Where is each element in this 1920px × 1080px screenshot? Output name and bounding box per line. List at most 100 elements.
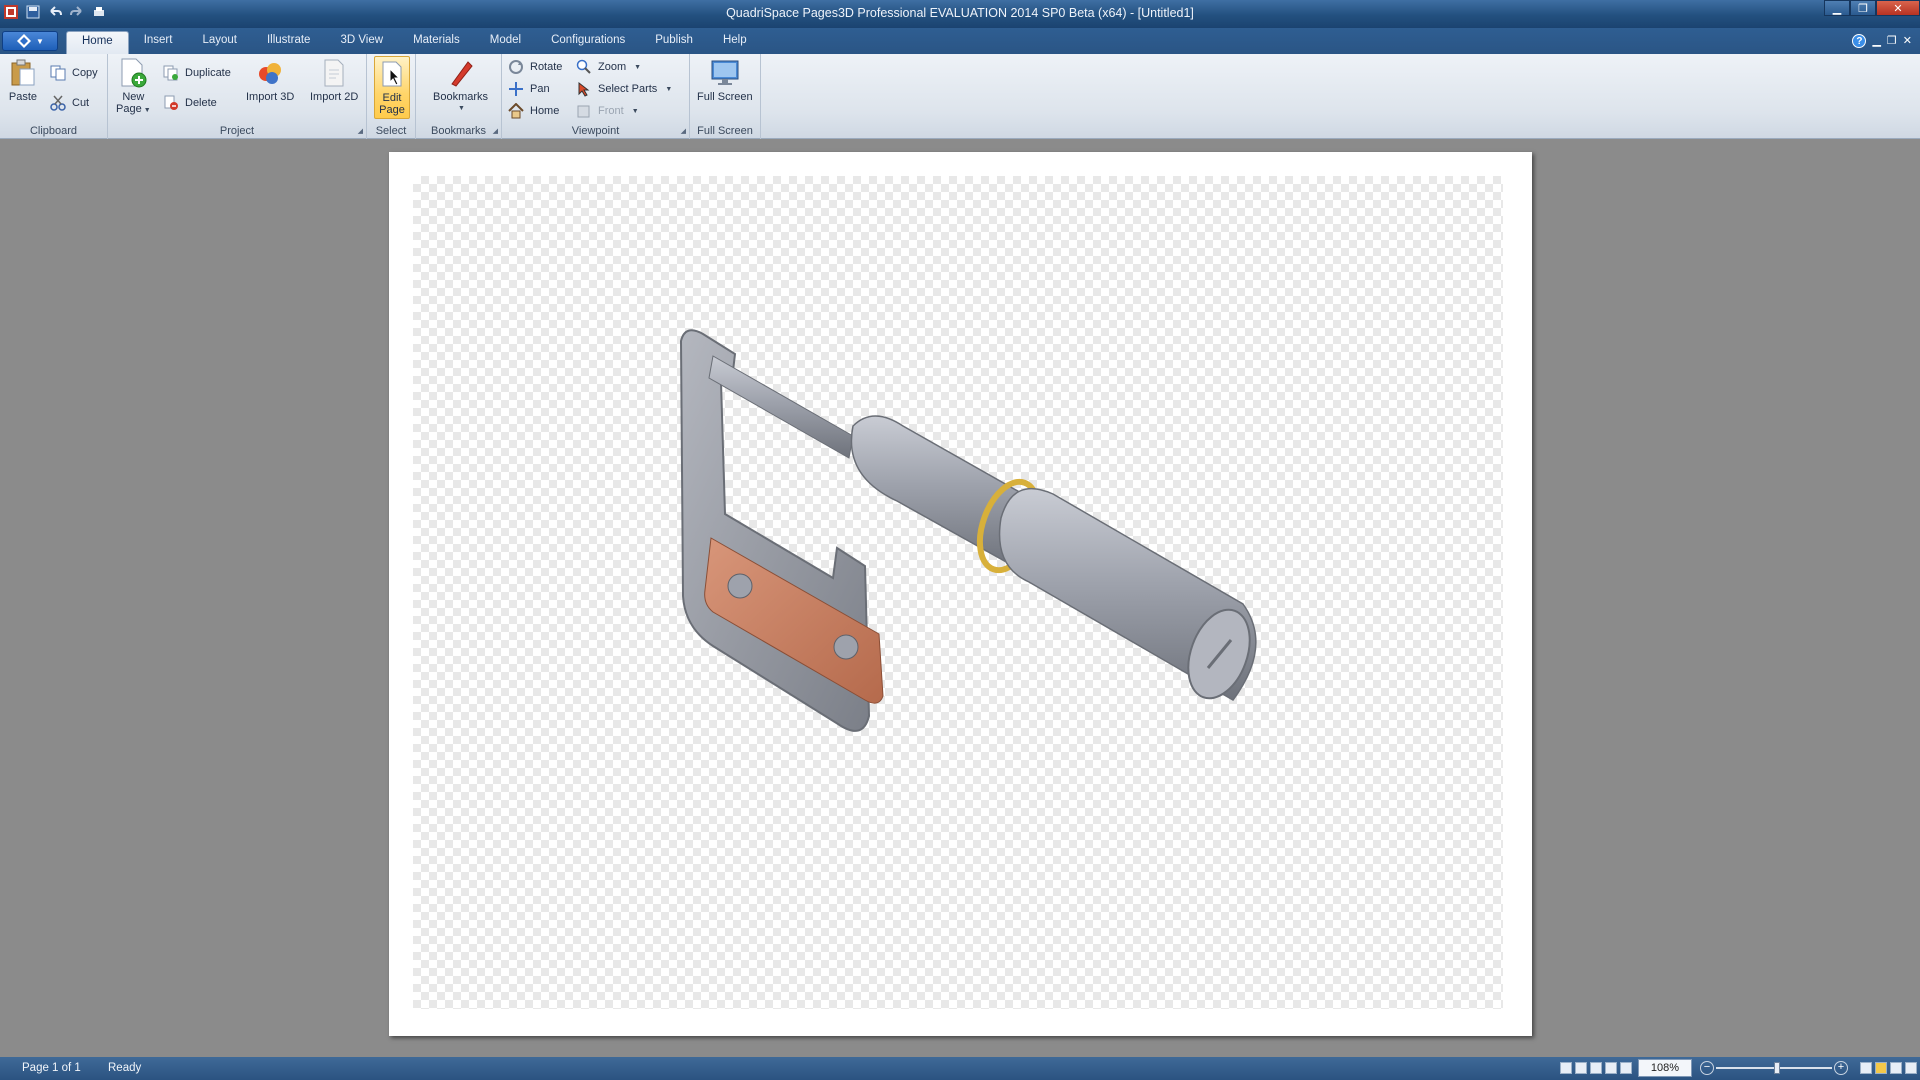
window-title: QuadriSpace Pages3D Professional EVALUAT… [726,6,1194,20]
project-group: New Page ▼ Duplicate Delete Import 3D Imp… [108,54,367,139]
application-menu-button[interactable]: ▼ [2,31,58,51]
import-3d-button[interactable]: Import 3D [246,58,294,103]
dropdown-arrow-icon: ▼ [143,107,151,114]
new-page-label-text: Page [116,103,142,115]
panel-view-icon[interactable] [1905,1062,1917,1074]
zoom-in-icon[interactable]: + [1834,1061,1848,1075]
view-tree-icon[interactable] [1620,1062,1632,1074]
minimize-icon[interactable]: ▁ [1824,0,1850,16]
new-page-label-line2: Page ▼ [116,103,151,117]
fullscreen-group-label: Full Screen [697,125,753,137]
spindle-rod [708,355,854,459]
status-text: Ready [108,1062,142,1074]
page-indicator: Page 1 of 1 [22,1062,81,1074]
document-page[interactable] [389,152,1532,1036]
zoom-out-icon[interactable]: − [1700,1061,1714,1075]
zoom-slider[interactable]: − + [1700,1061,1848,1075]
select-parts-button[interactable]: Select Parts ▼ [576,80,672,98]
restore-icon[interactable]: ❐ [1850,0,1876,16]
paste-label: Paste [8,91,38,103]
tab-3d-view[interactable]: 3D View [325,31,398,54]
dropdown-arrow-icon: ▼ [631,107,639,115]
view-single-icon[interactable] [1560,1062,1572,1074]
edit-page-label-line1: Edit [382,92,402,104]
duplicate-button[interactable]: Duplicate [163,64,231,82]
rotate-button[interactable]: Rotate [508,58,562,76]
clipboard-group-label: Clipboard [29,125,78,137]
zoom-button[interactable]: Zoom ▼ [576,58,641,76]
rotate-label: Rotate [530,61,563,73]
paste-button[interactable]: Paste [8,58,38,103]
screw [833,634,859,660]
select-parts-label: Select Parts [598,83,658,95]
tab-illustrate[interactable]: Illustrate [252,31,325,54]
ribbon-controls: ? ▁ ❐ ✕ [1852,34,1912,48]
bookmarks-label: Bookmarks [433,91,489,103]
zoom-slider-thumb[interactable] [1774,1062,1780,1074]
dropdown-arrow-icon: ▼ [634,63,642,71]
rotate-icon [508,59,524,75]
cut-button[interactable]: Cut [50,94,89,112]
paste-icon [8,58,38,88]
import-2d-icon [319,58,349,88]
import-2d-button[interactable]: Import 2D [310,58,358,103]
viewpoint-group-label: Viewpoint [571,125,620,137]
new-page-icon [118,58,148,88]
edit-page-button[interactable]: Edit Page [374,56,410,119]
full-screen-button[interactable]: Full Screen [697,58,753,103]
tab-publish[interactable]: Publish [640,31,708,54]
tab-layout[interactable]: Layout [187,31,252,54]
pan-button[interactable]: Pan [508,80,550,98]
duplicate-label: Duplicate [185,67,231,79]
clipboard-group: Paste Copy Cut Clipboard [0,54,108,139]
tab-home[interactable]: Home [66,31,129,54]
zoom-level[interactable]: 108% [1638,1059,1692,1077]
import-3d-label: Import 3D [246,91,295,103]
3d-viewport[interactable] [413,176,1503,1009]
app-diamond-icon [17,34,32,48]
dialog-launcher-icon[interactable]: ◢ [681,127,686,135]
micrometer-3d-model[interactable] [413,176,1503,1009]
tab-materials[interactable]: Materials [398,31,475,54]
tab-help[interactable]: Help [708,31,762,54]
edit-page-label-line2: Page [379,104,405,116]
close-document-icon[interactable]: ✕ [1903,34,1912,48]
bookmarks-group-label: Bookmarks [430,125,487,137]
view-thumbnail-icon[interactable] [1590,1062,1602,1074]
view-outline-icon[interactable] [1605,1062,1617,1074]
copy-label: Copy [72,67,98,79]
bookmarks-button[interactable]: Bookmarks ▼ [433,58,488,115]
dialog-launcher-icon[interactable]: ◢ [358,127,363,135]
document-workspace[interactable] [0,139,1920,1057]
restore-document-icon[interactable]: ❐ [1887,34,1897,48]
monitor-icon [710,58,740,88]
copy-button[interactable]: Copy [50,64,98,82]
ribbon-tab-bar: ▼ Home Insert Layout Illustrate 3D View … [0,28,1920,54]
edit-page-cursor-icon [377,59,407,89]
tab-model[interactable]: Model [475,31,536,54]
home-view-button[interactable]: Home [508,102,559,120]
home-label: Home [530,105,560,117]
minimize-ribbon-icon[interactable]: ▁ [1872,34,1880,48]
tab-insert[interactable]: Insert [129,31,188,54]
ribbon: Paste Copy Cut Clipboard New Page ▼ Dupli… [0,54,1920,139]
view-grid-icon[interactable] [1575,1062,1587,1074]
copy-icon [50,65,66,81]
home-icon [508,103,524,119]
front-view-button[interactable]: Front ▼ [576,102,639,120]
help-icon[interactable]: ? [1852,34,1867,48]
zoom-label: Zoom [598,61,627,73]
dialog-launcher-icon[interactable]: ◢ [493,127,498,135]
close-icon[interactable]: ✕ [1876,0,1920,16]
import-2d-label: Import 2D [310,91,359,103]
new-page-label-line1: New [122,91,145,103]
pan-label: Pan [530,83,550,95]
delete-button[interactable]: Delete [163,94,217,112]
fit-page-icon[interactable] [1875,1062,1887,1074]
new-page-button[interactable]: New Page ▼ [116,58,151,117]
delete-label: Delete [185,97,217,109]
tab-configurations[interactable]: Configurations [536,31,640,54]
front-view-icon [576,103,592,119]
list-view-icon[interactable] [1890,1062,1902,1074]
fit-width-icon[interactable] [1860,1062,1872,1074]
